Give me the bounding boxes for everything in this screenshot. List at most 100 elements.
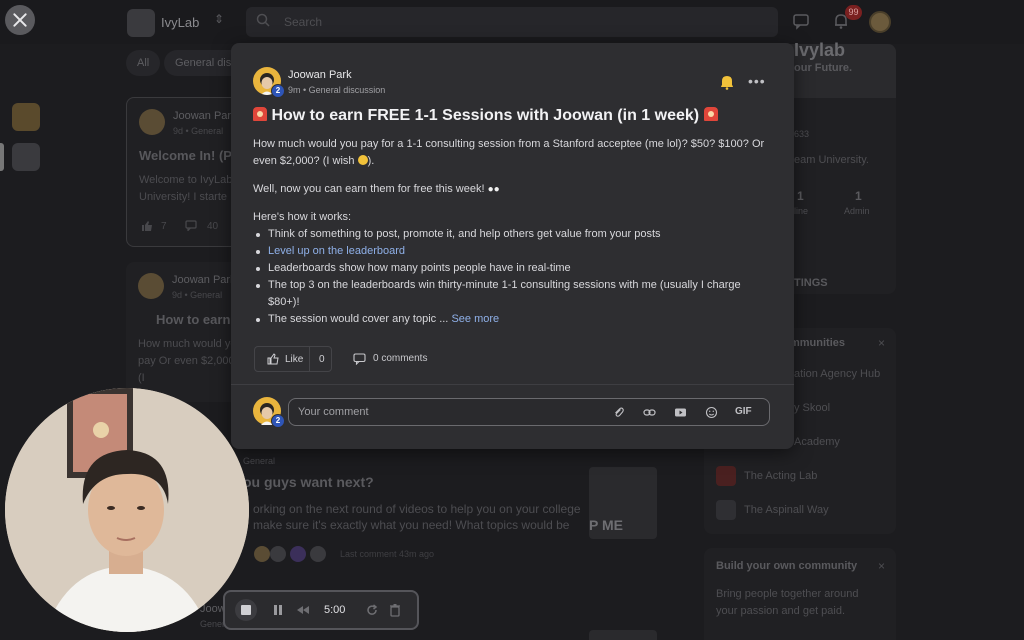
stat-label: line <box>794 206 809 216</box>
post-category[interactable]: General discussion <box>309 85 386 95</box>
post-title: How to earn <box>156 312 231 327</box>
like-count[interactable]: 0 <box>319 354 325 365</box>
follow-bell-icon[interactable] <box>720 74 734 90</box>
filter-chip-all[interactable]: All <box>126 50 161 76</box>
eyes-emoji-icon: ●● <box>487 184 500 195</box>
build-community-panel: Build your own community × Bring people … <box>704 548 896 640</box>
community-icon <box>716 500 736 520</box>
stat-label: Admin <box>844 206 870 216</box>
thumbnail-text: P ME <box>589 517 623 533</box>
post-paragraph-text: Well, now you can earn them for free thi… <box>253 183 485 195</box>
gif-button[interactable]: GIF <box>735 406 752 417</box>
list-item: Level up on the leaderboard <box>253 243 773 260</box>
trash-icon[interactable] <box>388 603 402 617</box>
last-comment-time: Last comment 43m ago <box>340 549 435 559</box>
post-paragraph: Well, now you can earn them for free thi… <box>253 181 773 198</box>
list-item: Think of something to post, promote it, … <box>253 226 773 243</box>
link-icon[interactable] <box>643 406 656 419</box>
comments-count[interactable]: 0 comments <box>373 353 427 364</box>
feed-post-card[interactable]: Joowan Park 9d • General How to earn How… <box>126 262 246 402</box>
post-meta: 9d • General <box>172 290 223 300</box>
list-item: The session would cover any topic ... Se… <box>253 311 773 328</box>
post-thumbnail <box>589 630 657 640</box>
community-switcher-icon[interactable]: ⇕ <box>214 12 224 26</box>
post-paragraph-text: How much would you pay for a 1-1 consult… <box>253 138 765 167</box>
community-name[interactable]: IvyLab <box>161 15 199 30</box>
comment-count: 40 <box>207 221 219 232</box>
close-modal-button[interactable] <box>5 5 35 35</box>
like-count: 7 <box>161 221 167 232</box>
community-rail-item-1[interactable] <box>12 103 40 131</box>
thumbs-up-icon <box>267 353 279 365</box>
recording-controls: 5:00 <box>223 590 419 630</box>
list-item: Leaderboards show how many points people… <box>253 260 773 277</box>
close-icon[interactable]: × <box>878 336 885 350</box>
post-meta: 9m • General discussion <box>288 85 386 95</box>
search-input[interactable] <box>246 7 778 37</box>
build-title: Build your own community <box>716 560 858 572</box>
comment-icon[interactable] <box>185 220 197 231</box>
author-avatar <box>138 273 164 299</box>
community-icon <box>716 466 736 486</box>
my-level-badge: 2 <box>271 414 285 428</box>
author-name[interactable]: Joowan Park <box>288 69 352 81</box>
rewind-icon[interactable] <box>296 603 310 617</box>
post-modal: 2 Joowan Park 9m • General discussion ••… <box>231 43 794 449</box>
stop-recording-button[interactable] <box>235 599 257 621</box>
like-toggle[interactable]: Like <box>255 347 310 371</box>
search-icon <box>256 13 270 27</box>
feed-post-card[interactable]: Joowan Park 9d • General Welcome In! (P … <box>126 97 246 247</box>
post-meta: 9d • General <box>173 126 224 136</box>
pause-icon[interactable] <box>271 603 285 617</box>
community-rail-item-ivylab[interactable] <box>12 143 40 171</box>
build-body: Bring people together around your passio… <box>716 588 859 617</box>
comment-input[interactable]: Your comment GIF <box>288 398 770 426</box>
video-icon[interactable] <box>674 406 687 419</box>
comment-icon[interactable] <box>353 353 366 365</box>
restart-icon[interactable] <box>365 603 379 617</box>
list-item-text: The session would cover any topic ... <box>268 313 449 325</box>
community-item[interactable]: Academy <box>794 436 840 448</box>
author-name: Joowan Park <box>172 274 236 286</box>
author-name: Joowan Park <box>173 110 237 122</box>
like-icon[interactable] <box>141 220 153 232</box>
attachment-icon[interactable] <box>612 406 625 419</box>
notification-count-badge: 99 <box>845 5 862 20</box>
user-avatar[interactable] <box>869 11 891 33</box>
community-item[interactable]: The Aspinall Way <box>744 504 829 516</box>
settings-button[interactable]: TINGS <box>794 277 828 289</box>
community-description: eam University. <box>794 154 869 166</box>
chat-icon[interactable] <box>792 12 810 30</box>
community-item[interactable]: The Acting Lab <box>744 470 817 482</box>
ivylab-logo[interactable] <box>127 9 155 37</box>
like-button[interactable]: Like 0 <box>254 346 332 372</box>
webcam-bubble[interactable] <box>5 388 249 632</box>
communities-title: mmunities <box>790 337 846 349</box>
post-excerpt: Welcome to IvyLab University! I starte <box>139 174 233 203</box>
siren-emoji-icon <box>703 107 718 121</box>
see-more-link[interactable]: See more <box>451 313 499 325</box>
post-bullet-list: Think of something to post, promote it, … <box>253 226 773 328</box>
post-title: Welcome In! (P <box>139 148 232 163</box>
post-thumbnail: P ME <box>589 467 657 539</box>
post-excerpt: How much would you pay Or even $2,000? (… <box>138 338 243 384</box>
post-paragraph: Here's how it works: <box>253 211 352 223</box>
like-label: Like <box>285 354 304 365</box>
author-avatar <box>139 109 165 135</box>
post-time: 9m <box>288 85 301 95</box>
list-item: The top 3 on the leaderboards win thirty… <box>253 277 773 311</box>
post-title-text: How to earn FREE 1-1 Sessions with Joowa… <box>271 107 700 124</box>
emoji-icon[interactable] <box>705 406 718 419</box>
leaderboard-link[interactable]: Level up on the leaderboard <box>268 245 405 257</box>
post-title: How to earn FREE 1-1 Sessions with Joowa… <box>253 107 718 125</box>
close-icon[interactable]: × <box>878 559 885 573</box>
more-options-icon[interactable]: ••• <box>748 73 766 89</box>
banner-title: Ivylab <box>794 40 846 60</box>
stat-value: 1 <box>797 189 804 203</box>
stat-value: 1 <box>855 189 862 203</box>
post-title: ou guys want next? <box>243 474 374 490</box>
community-item[interactable]: ation Agency Hub <box>794 368 880 380</box>
community-item[interactable]: y Skool <box>794 402 830 414</box>
siren-emoji-icon <box>253 107 267 121</box>
post-paragraph-end: ). <box>367 155 375 167</box>
